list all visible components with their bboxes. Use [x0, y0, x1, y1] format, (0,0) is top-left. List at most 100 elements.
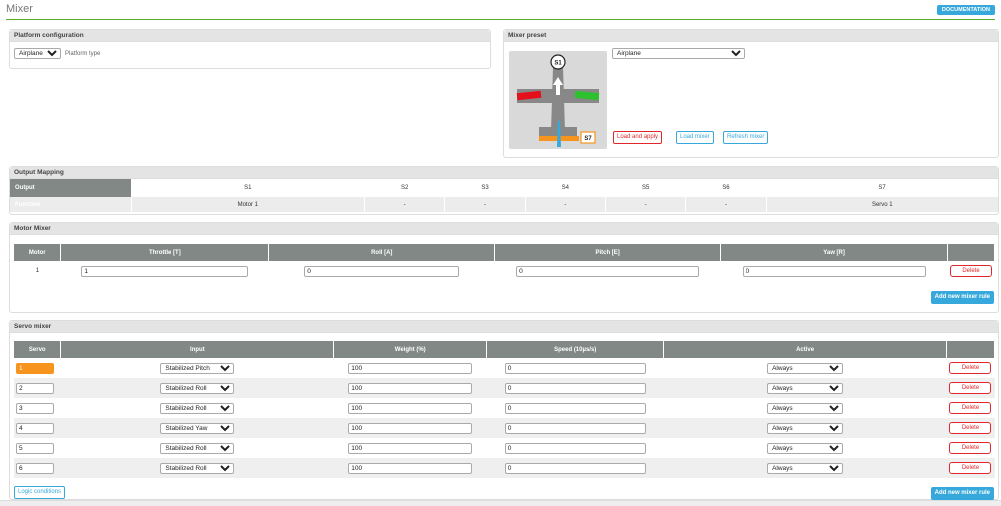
refresh-mixer-button[interactable]: Refresh mixer [723, 131, 769, 144]
output-cell: S2 [400, 185, 409, 191]
input-select[interactable]: Stabilized Pitch [160, 362, 235, 374]
airplane-icon: S1 S7 [516, 54, 600, 147]
roll-col-header: Roll [A] [268, 244, 496, 261]
weight-input[interactable] [348, 382, 473, 394]
input-select[interactable]: Stabilized Roll [160, 382, 235, 394]
output-cell: S7 [878, 185, 886, 191]
roll-input[interactable] [304, 265, 460, 277]
servo-number-input[interactable] [16, 462, 54, 474]
table-row: Stabilized Roll Always Delete [14, 438, 995, 458]
weight-input[interactable] [348, 462, 473, 474]
bottom-scroll-strip [0, 500, 1001, 506]
weight-input[interactable] [348, 402, 473, 414]
speed-input[interactable] [504, 362, 646, 374]
mixer-preset-panel: Mixer preset S1 S7 Airplane Load and app… [503, 29, 999, 158]
documentation-button[interactable]: DOCUMENTATION [936, 5, 995, 15]
servo-number-input[interactable] [16, 442, 54, 454]
input-select[interactable]: Stabilized Roll [160, 462, 235, 474]
output-cell: S4 [561, 185, 569, 191]
servo-number-input[interactable] [16, 362, 54, 374]
input-select[interactable]: Stabilized Roll [160, 442, 235, 454]
mixer-preset-header: Mixer preset [504, 30, 998, 42]
throttle-input[interactable] [81, 265, 249, 277]
input-select[interactable]: Stabilized Roll [160, 402, 235, 414]
motor-number: 1 [35, 268, 40, 274]
yaw-input[interactable] [742, 265, 926, 277]
platform-config-header: Platform configuration [10, 30, 490, 42]
pitch-col-header: Pitch [E] [494, 244, 722, 261]
active-select[interactable]: Always [767, 422, 844, 434]
throttle-col-header: Throttle [T] [60, 244, 270, 261]
airplane-diagram: S1 S7 [509, 51, 607, 149]
platform-type-select[interactable]: Airplane [14, 48, 61, 59]
preset-select[interactable]: Airplane [612, 48, 745, 59]
function-cell: - [524, 197, 606, 212]
active-col-header: Active [663, 341, 947, 358]
output-mapping-panel: Output Mapping Output S1 S2 S3 S4 S5 S6 … [9, 166, 999, 215]
function-cell: - [604, 197, 686, 212]
weight-input[interactable] [348, 422, 473, 434]
delete-button[interactable]: Delete [949, 462, 992, 474]
add-motor-rule-button[interactable]: Add new mixer rule [930, 291, 994, 304]
logic-conditions-button[interactable]: Logic conditions [14, 486, 66, 499]
output-cell: S3 [481, 185, 489, 191]
output-row-label: Output [10, 179, 131, 197]
yaw-col-header: Yaw [R] [720, 244, 948, 261]
s7-diagram-label: S7 [584, 136, 592, 142]
motor-mixer-table: Motor Throttle [T] Roll [A] Pitch [E] Ya… [14, 244, 996, 281]
input-select[interactable]: Stabilized Yaw [160, 422, 235, 434]
page-title: Mixer [6, 3, 33, 15]
delete-button[interactable]: Delete [949, 422, 992, 434]
pitch-input[interactable] [516, 265, 700, 277]
speed-input[interactable] [504, 382, 646, 394]
load-mixer-button[interactable]: Load mixer [676, 131, 714, 144]
table-row: Stabilized Roll Always Delete [14, 378, 995, 398]
output-mapping-table: Output S1 S2 S3 S4 S5 S6 S7 Function Mot… [10, 179, 998, 212]
servo-number-input[interactable] [16, 382, 54, 394]
function-cell: Servo 1 [765, 197, 998, 212]
active-select[interactable]: Always [767, 362, 844, 374]
delete-button[interactable]: Delete [949, 402, 992, 414]
active-select[interactable]: Always [767, 442, 844, 454]
delete-button[interactable]: Delete [949, 265, 992, 277]
servo-action-col-header [946, 341, 996, 358]
speed-input[interactable] [504, 462, 646, 474]
function-cell: Motor 1 [130, 197, 365, 212]
input-col-header: Input [60, 341, 335, 358]
speed-input[interactable] [504, 402, 646, 414]
platform-config-panel: Platform configuration Airplane Platform… [9, 29, 491, 69]
delete-button[interactable]: Delete [949, 442, 992, 454]
speed-col-header: Speed (10µs/s) [486, 341, 665, 358]
motor-mixer-panel: Motor Mixer Motor Throttle [T] Roll [A] … [9, 222, 999, 313]
speed-input[interactable] [504, 442, 646, 454]
servo-mixer-panel: Servo mixer Servo Input Weight (%) Speed… [9, 320, 999, 500]
function-cell: - [444, 197, 526, 212]
weight-input[interactable] [348, 442, 473, 454]
speed-input[interactable] [504, 422, 646, 434]
active-select[interactable]: Always [767, 402, 844, 414]
function-cell: - [685, 197, 767, 212]
delete-button[interactable]: Delete [949, 382, 992, 394]
servo-mixer-header: Servo mixer [10, 321, 998, 333]
function-cell: - [363, 197, 445, 212]
active-select[interactable]: Always [767, 382, 844, 394]
page-header: Mixer DOCUMENTATION [6, 0, 995, 20]
motor-action-col-header [947, 244, 996, 261]
weight-col-header: Weight (%) [333, 341, 488, 358]
servo-number-input[interactable] [16, 402, 54, 414]
s1-diagram-label: S1 [554, 61, 562, 67]
servo-number-input[interactable] [16, 422, 54, 434]
motor-mixer-header: Motor Mixer [10, 223, 998, 235]
delete-button[interactable]: Delete [949, 362, 992, 374]
load-and-apply-button[interactable]: Load and apply [613, 131, 663, 144]
table-row: Stabilized Roll Always Delete [14, 398, 995, 418]
output-cell: S6 [722, 185, 730, 191]
active-select[interactable]: Always [767, 462, 844, 474]
servo-col-header: Servo [14, 341, 62, 358]
motor-col-header: Motor [14, 244, 62, 261]
output-cell: S5 [641, 185, 650, 191]
table-row: Stabilized Roll Always Delete [14, 458, 995, 478]
function-row-label: Function [10, 197, 131, 212]
add-servo-rule-button[interactable]: Add new mixer rule [930, 487, 994, 500]
weight-input[interactable] [348, 362, 473, 374]
